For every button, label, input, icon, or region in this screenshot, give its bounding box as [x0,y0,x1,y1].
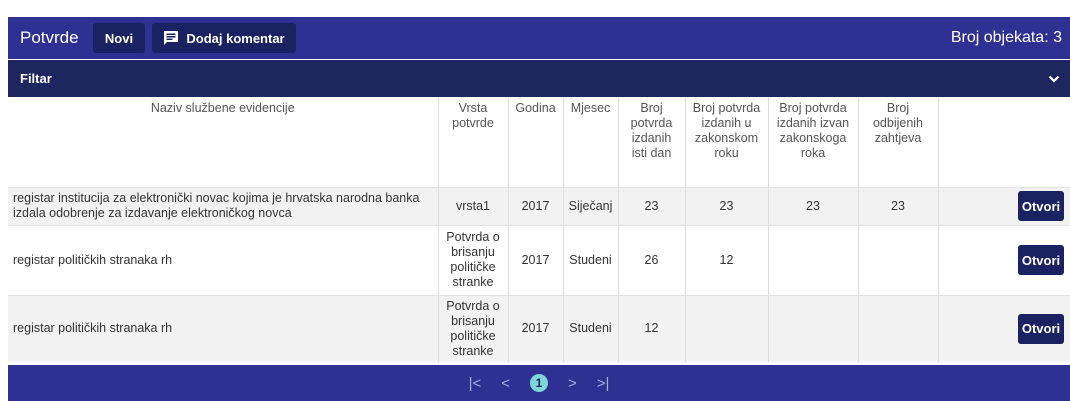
last-page-button[interactable]: >| [597,375,610,392]
column-header[interactable]: Naziv službene evidencije [8,97,438,187]
filter-toggle[interactable]: Filtar [8,60,1070,97]
column-header-actions [937,97,1070,187]
table-row: registar institucija za elektronički nov… [8,186,1070,225]
table-row: registar političkih stranaka rh Potvrda … [8,294,1070,362]
cell-isti-dan: 26 [617,224,685,295]
records-table: Naziv službene evidencije Vrsta potvrde … [8,97,1070,362]
open-button[interactable]: Otvori [1018,245,1064,275]
comment-icon [164,31,179,45]
cell-isti-dan: 23 [617,186,685,225]
column-header[interactable]: Broj potvrda izdanih izvan zakonskoga ro… [767,97,858,187]
cell-action: Otvori [937,186,1070,225]
first-page-button[interactable]: |< [469,375,482,392]
cell-naziv: registar institucija za elektronički nov… [8,186,438,225]
new-button[interactable]: Novi [93,23,145,53]
cell-vrsta: Potvrda o brisanju političke stranke [437,224,508,295]
cell-naziv: registar političkih stranaka rh [8,224,438,295]
cell-odbijeni: 23 [857,186,938,225]
prev-page-button[interactable]: < [501,375,510,392]
cell-odbijeni [857,294,938,362]
table-row: registar političkih stranaka rh Potvrda … [8,224,1070,295]
cell-mjesec: Studeni [562,294,618,362]
current-page-indicator[interactable]: 1 [530,374,548,392]
column-header[interactable]: Broj odbijenih zahtjeva [857,97,938,187]
cell-vrsta: vrsta1 [437,186,508,225]
pagination: |< < 1 > >| [8,365,1070,401]
cell-action: Otvori [937,294,1070,362]
filter-label: Filtar [20,71,52,86]
cell-godina: 2017 [507,186,563,225]
cell-izvan-roka: 23 [767,186,858,225]
cell-godina: 2017 [507,224,563,295]
add-comment-label: Dodaj komentar [186,30,285,46]
cell-u-roku: 12 [684,224,768,295]
cell-izvan-roka [767,224,858,295]
column-header[interactable]: Mjesec [562,97,618,187]
chevron-down-icon [1048,74,1060,84]
add-comment-button[interactable]: Dodaj komentar [152,23,296,53]
cell-izvan-roka [767,294,858,362]
cell-action: Otvori [937,224,1070,295]
page-title: Potvrde [20,28,79,47]
open-button[interactable]: Otvori [1018,191,1064,221]
cell-odbijeni [857,224,938,295]
open-button[interactable]: Otvori [1018,313,1064,344]
cell-mjesec: Siječanj [562,186,618,225]
cell-godina: 2017 [507,294,563,362]
next-page-button[interactable]: > [568,375,577,392]
column-header[interactable]: Godina [507,97,563,187]
cell-naziv: registar političkih stranaka rh [8,294,438,362]
column-header[interactable]: Vrsta potvrde [437,97,508,187]
cell-u-roku [684,294,768,362]
column-header[interactable]: Broj potvrda izdanih isti dan [617,97,685,187]
cell-vrsta: Potvrda o brisanju političke stranke [437,294,508,362]
cell-mjesec: Studeni [562,224,618,295]
cell-u-roku: 23 [684,186,768,225]
table-header-row: Naziv službene evidencije Vrsta potvrde … [8,97,1070,187]
cell-isti-dan: 12 [617,294,685,362]
object-count: Broj objekata: 3 [950,29,1062,46]
top-toolbar: Potvrde Novi Dodaj komentar Broj objekat… [8,17,1070,59]
column-header[interactable]: Broj potvrda izdanih u zakonskom roku [684,97,768,187]
